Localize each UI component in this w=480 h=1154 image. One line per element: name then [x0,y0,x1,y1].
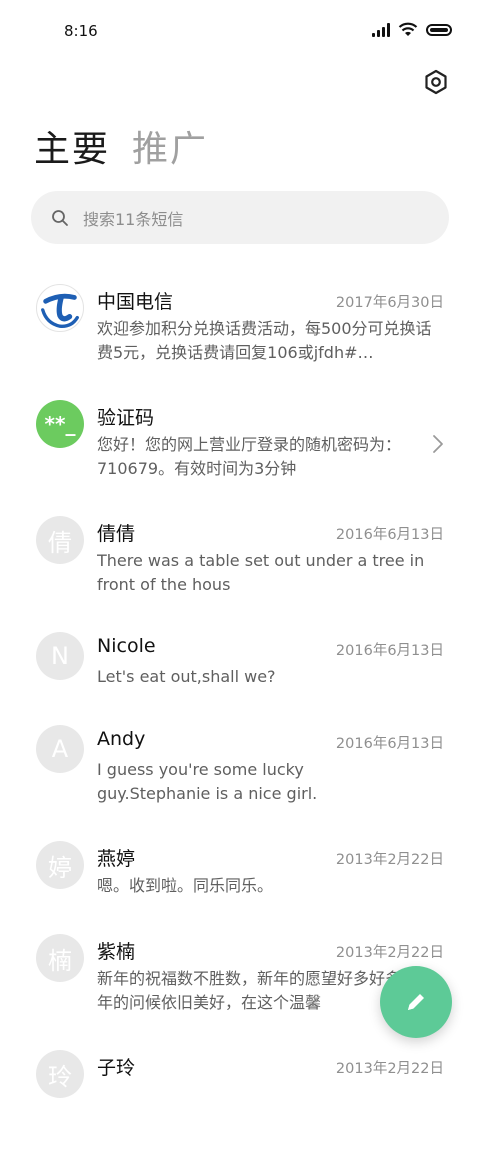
avatar: A [36,725,84,773]
avatar: 楠 [36,934,84,982]
tab-primary[interactable]: 主要 [34,120,110,172]
message-preview: 您好！您的网上营业厅登录的随机密码为：710679。有效时间为3分钟 [97,435,402,478]
tab-promotions[interactable]: 推广 [132,120,208,172]
verification-avatar: **_ [36,400,84,448]
chevron-right-icon [433,435,443,453]
conversation-item[interactable]: 倩 倩倩 2016年6月13日 There was a table set ou… [0,510,480,620]
contact-name: 验证码 [97,407,155,429]
contact-name: 燕婷 [97,848,136,870]
gear-hex-icon [425,69,447,95]
contact-name: Andy [97,728,146,750]
conversation-item[interactable]: A Andy 2016年6月13日 I guess you're some lu… [0,719,480,829]
conversation-item[interactable]: 中国电信 2017年6月30日 欢迎参加积分兑换话费活动，每500分可兑换话费5… [0,278,480,388]
contact-name: 中国电信 [97,291,174,313]
avatar: 倩 [36,516,84,564]
message-preview: 嗯。收到啦。同乐同乐。 [97,876,274,895]
message-date: 2013年2月22日 [335,945,444,961]
conversation-item[interactable]: 玲 子玲 2013年2月22日 [0,1044,480,1154]
message-preview: Let's eat out,shall we? [97,667,276,686]
contact-name: Nicole [97,635,156,657]
battery-icon [426,23,452,36]
category-tabs: 主要 推广 [34,120,208,172]
message-date: 2016年6月13日 [335,527,444,543]
message-date: 2013年2月22日 [335,852,444,868]
status-bar: 8:16 [0,0,480,62]
message-date: 2016年6月13日 [335,643,444,659]
message-date: 2017年6月30日 [335,295,444,311]
avatar: 婷 [36,841,84,889]
status-time: 8:16 [64,22,98,40]
contact-name: 紫楠 [97,941,136,963]
search-input[interactable]: 搜索11条短信 [31,191,449,244]
contact-name: 子玲 [97,1057,136,1079]
message-preview: 欢迎参加积分兑换话费活动，每500分可兑换话费5元，兑换话费请回复106或jfd… [97,319,432,362]
status-icons [372,22,452,37]
message-date: 2013年2月22日 [335,1061,444,1077]
avatar: 玲 [36,1050,84,1098]
china-telecom-logo [36,284,84,332]
search-placeholder: 搜索11条短信 [83,209,184,229]
compose-button[interactable] [380,966,452,1038]
conversation-item[interactable]: **_ 验证码 您好！您的网上营业厅登录的随机密码为：710679。有效时间为3… [0,394,480,504]
message-date: 2016年6月13日 [335,736,444,752]
message-preview: I guess you're some lucky guy.Stephanie … [97,760,318,803]
wifi-icon [398,22,418,36]
avatar: N [36,632,84,680]
signal-icon [372,22,390,37]
pencil-icon [408,994,424,1010]
message-preview: There was a table set out under a tree i… [97,551,425,594]
contact-name: 倩倩 [97,523,136,545]
search-icon [52,209,68,226]
settings-button[interactable] [420,66,452,98]
